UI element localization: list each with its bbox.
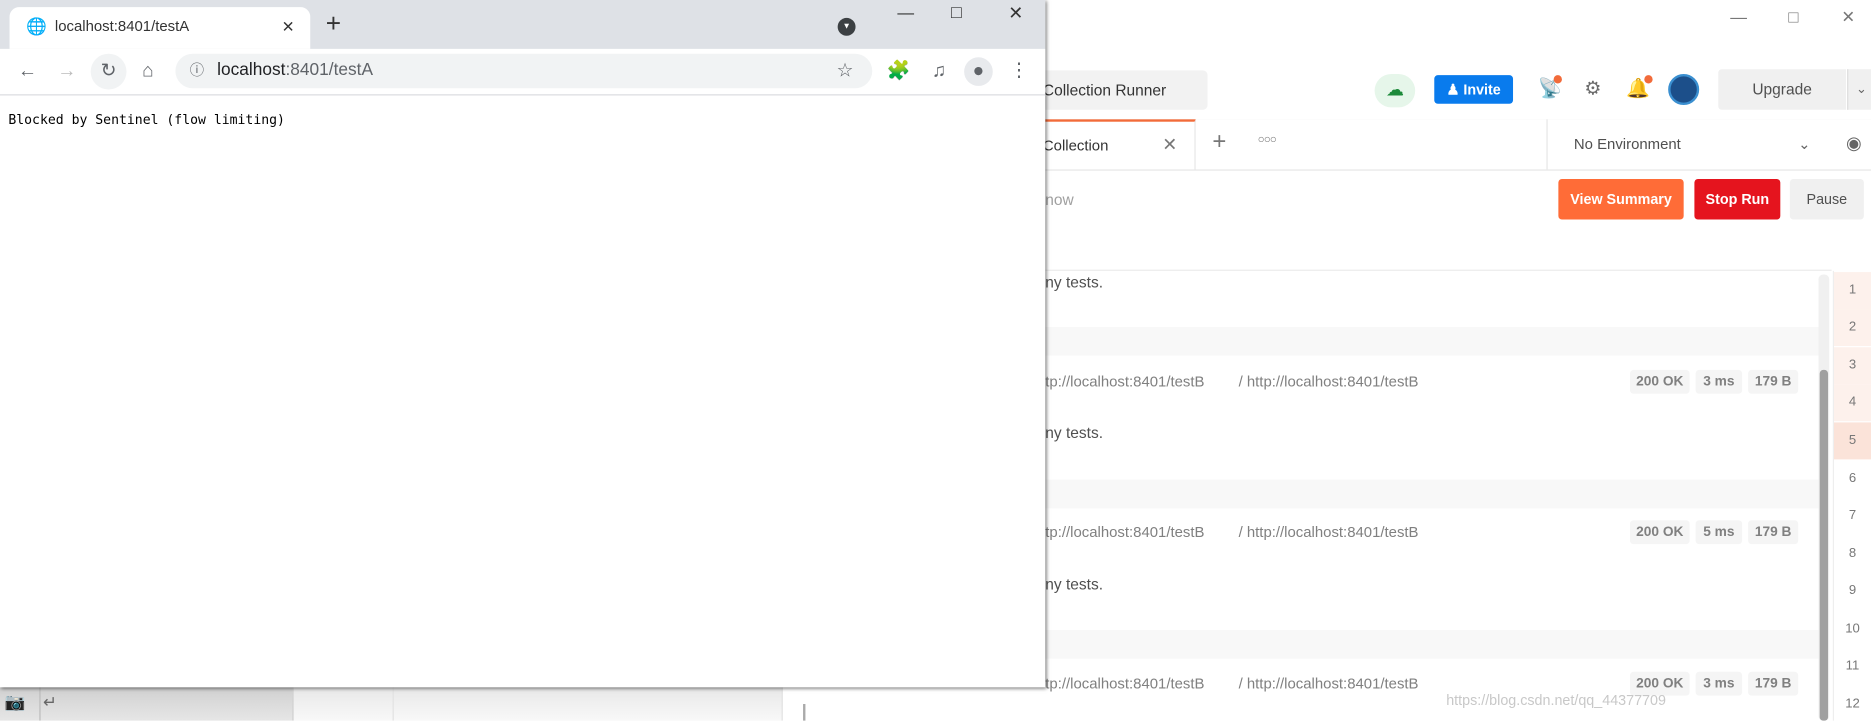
back-icon[interactable]: ← xyxy=(14,58,40,84)
tab-search-icon[interactable]: ▼ xyxy=(837,17,856,36)
home-icon[interactable]: ⌂ xyxy=(135,58,161,84)
status-badge: 200 OK xyxy=(1629,369,1690,394)
camera-icon[interactable]: 📷 xyxy=(5,692,26,712)
media-control-icon[interactable]: ♫ xyxy=(926,58,952,84)
notification-dot xyxy=(1644,75,1653,84)
status-badge: 200 OK xyxy=(1629,520,1690,545)
view-summary-button[interactable]: View Summary xyxy=(1558,178,1684,220)
invite-button[interactable]: ♟ Invite xyxy=(1434,75,1514,104)
time-badge: 3 ms xyxy=(1695,671,1743,696)
status-bar: 📷 ↵ xyxy=(0,687,293,721)
reload-icon[interactable]: ↻ xyxy=(90,53,127,90)
chrome-window: 🌐 localhost:8401/testA ✕ + ▼ — □ ✕ ← → ↻… xyxy=(0,0,1046,688)
request-url[interactable]: tp://localhost:8401/testB xyxy=(1045,373,1204,390)
environment-select[interactable]: No Environment ⌄ ◉ xyxy=(1546,119,1871,170)
request-full-url: / http://localhost:8401/testB xyxy=(1238,523,1419,541)
notification-dot xyxy=(1553,75,1562,84)
minimize-button[interactable]: — xyxy=(897,2,914,21)
close-icon[interactable]: ✕ xyxy=(1162,122,1177,170)
tests-text: ny tests. xyxy=(1045,575,1104,594)
iteration-number[interactable]: 3 xyxy=(1834,347,1871,385)
iteration-number[interactable]: 2 xyxy=(1834,309,1871,347)
tests-text: ny tests. xyxy=(1045,423,1104,442)
minimize-button[interactable]: — xyxy=(1721,5,1757,29)
close-window-button[interactable]: ✕ xyxy=(1008,2,1023,24)
iteration-band xyxy=(1014,326,1819,356)
eye-icon[interactable]: ◉ xyxy=(1846,119,1862,169)
star-icon[interactable]: ☆ xyxy=(836,54,853,89)
close-window-button[interactable]: ✕ xyxy=(1830,5,1866,29)
more-tabs-icon[interactable]: ○○○ xyxy=(1258,134,1277,147)
extensions-icon[interactable]: 🧩 xyxy=(885,58,911,84)
add-user-icon: ♟ xyxy=(1446,81,1464,98)
forward-icon[interactable]: → xyxy=(54,58,80,84)
globe-icon: 🌐 xyxy=(26,16,48,36)
size-badge: 179 B xyxy=(1748,369,1799,394)
browser-tab[interactable]: 🌐 localhost:8401/testA ✕ xyxy=(9,7,311,49)
address-bar[interactable]: ⓘ localhost:8401/testA ☆ xyxy=(175,53,873,89)
profile-icon[interactable]: ● xyxy=(964,57,993,86)
request-url[interactable]: tp://localhost:8401/testB xyxy=(1045,524,1204,541)
request-full-url: / http://localhost:8401/testB xyxy=(1238,675,1419,693)
size-badge: 179 B xyxy=(1748,520,1799,545)
pause-button[interactable]: Pause xyxy=(1789,178,1864,220)
iteration-number[interactable]: 5 xyxy=(1834,422,1871,460)
iteration-number[interactable]: 8 xyxy=(1834,536,1871,573)
chrome-toolbar: ← → ↻ ⌂ ⓘ localhost:8401/testA ☆ 🧩 ♫ ● ⋮ xyxy=(0,48,1046,96)
iteration-number[interactable]: 6 xyxy=(1834,461,1871,498)
chrome-tab-bar: 🌐 localhost:8401/testA ✕ + ▼ — □ ✕ xyxy=(0,0,1046,49)
run-status-text: now xyxy=(1045,190,1074,209)
bottom-panel xyxy=(292,687,783,721)
avatar[interactable] xyxy=(1668,73,1700,106)
iteration-band xyxy=(1014,479,1819,509)
info-icon[interactable]: ⓘ xyxy=(190,54,204,89)
cloud-sync-icon[interactable]: ☁ xyxy=(1374,73,1416,108)
wrap-icon[interactable]: ↵ xyxy=(43,692,57,712)
request-url[interactable]: tp://localhost:8401/testB xyxy=(1045,675,1204,692)
size-badge: 179 B xyxy=(1748,671,1799,696)
iteration-number[interactable]: 9 xyxy=(1834,573,1871,610)
scrollbar-thumb[interactable] xyxy=(1819,369,1829,721)
chevron-down-icon: ⌄ xyxy=(1798,136,1811,153)
maximize-button[interactable]: □ xyxy=(1776,5,1812,29)
iteration-number[interactable]: 11 xyxy=(1834,648,1871,685)
tests-text: ny tests. xyxy=(1045,273,1104,292)
upgrade-button[interactable]: Upgrade xyxy=(1718,69,1846,110)
request-full-url: / http://localhost:8401/testB xyxy=(1238,373,1419,391)
iteration-number[interactable]: 1 xyxy=(1834,272,1871,310)
menu-dots-icon[interactable]: ⋮ xyxy=(1006,58,1032,84)
new-tab-plus-icon[interactable]: + xyxy=(1212,129,1226,156)
divider xyxy=(781,687,783,721)
chevron-down-icon[interactable]: ⌄ xyxy=(1847,69,1871,110)
close-tab-icon[interactable]: ✕ xyxy=(282,7,295,46)
divider xyxy=(392,687,394,721)
text-cursor xyxy=(803,704,806,721)
iteration-number[interactable]: 7 xyxy=(1834,498,1871,535)
iteration-number[interactable]: 12 xyxy=(1834,686,1871,721)
iteration-band xyxy=(1014,630,1819,659)
iteration-number[interactable]: 10 xyxy=(1834,611,1871,648)
divider xyxy=(39,687,41,721)
watermark: https://blog.csdn.net/qq_44377709 xyxy=(1446,692,1666,709)
page-body-text: Blocked by Sentinel (flow limiting) xyxy=(8,112,285,128)
new-tab-button[interactable]: + xyxy=(326,8,341,39)
iteration-number[interactable]: 4 xyxy=(1834,384,1871,422)
stop-run-button[interactable]: Stop Run xyxy=(1694,178,1781,220)
maximize-button[interactable]: □ xyxy=(951,2,962,22)
time-badge: 3 ms xyxy=(1695,369,1743,394)
gear-icon[interactable]: ⚙ xyxy=(1580,76,1606,102)
time-badge: 5 ms xyxy=(1695,520,1743,545)
